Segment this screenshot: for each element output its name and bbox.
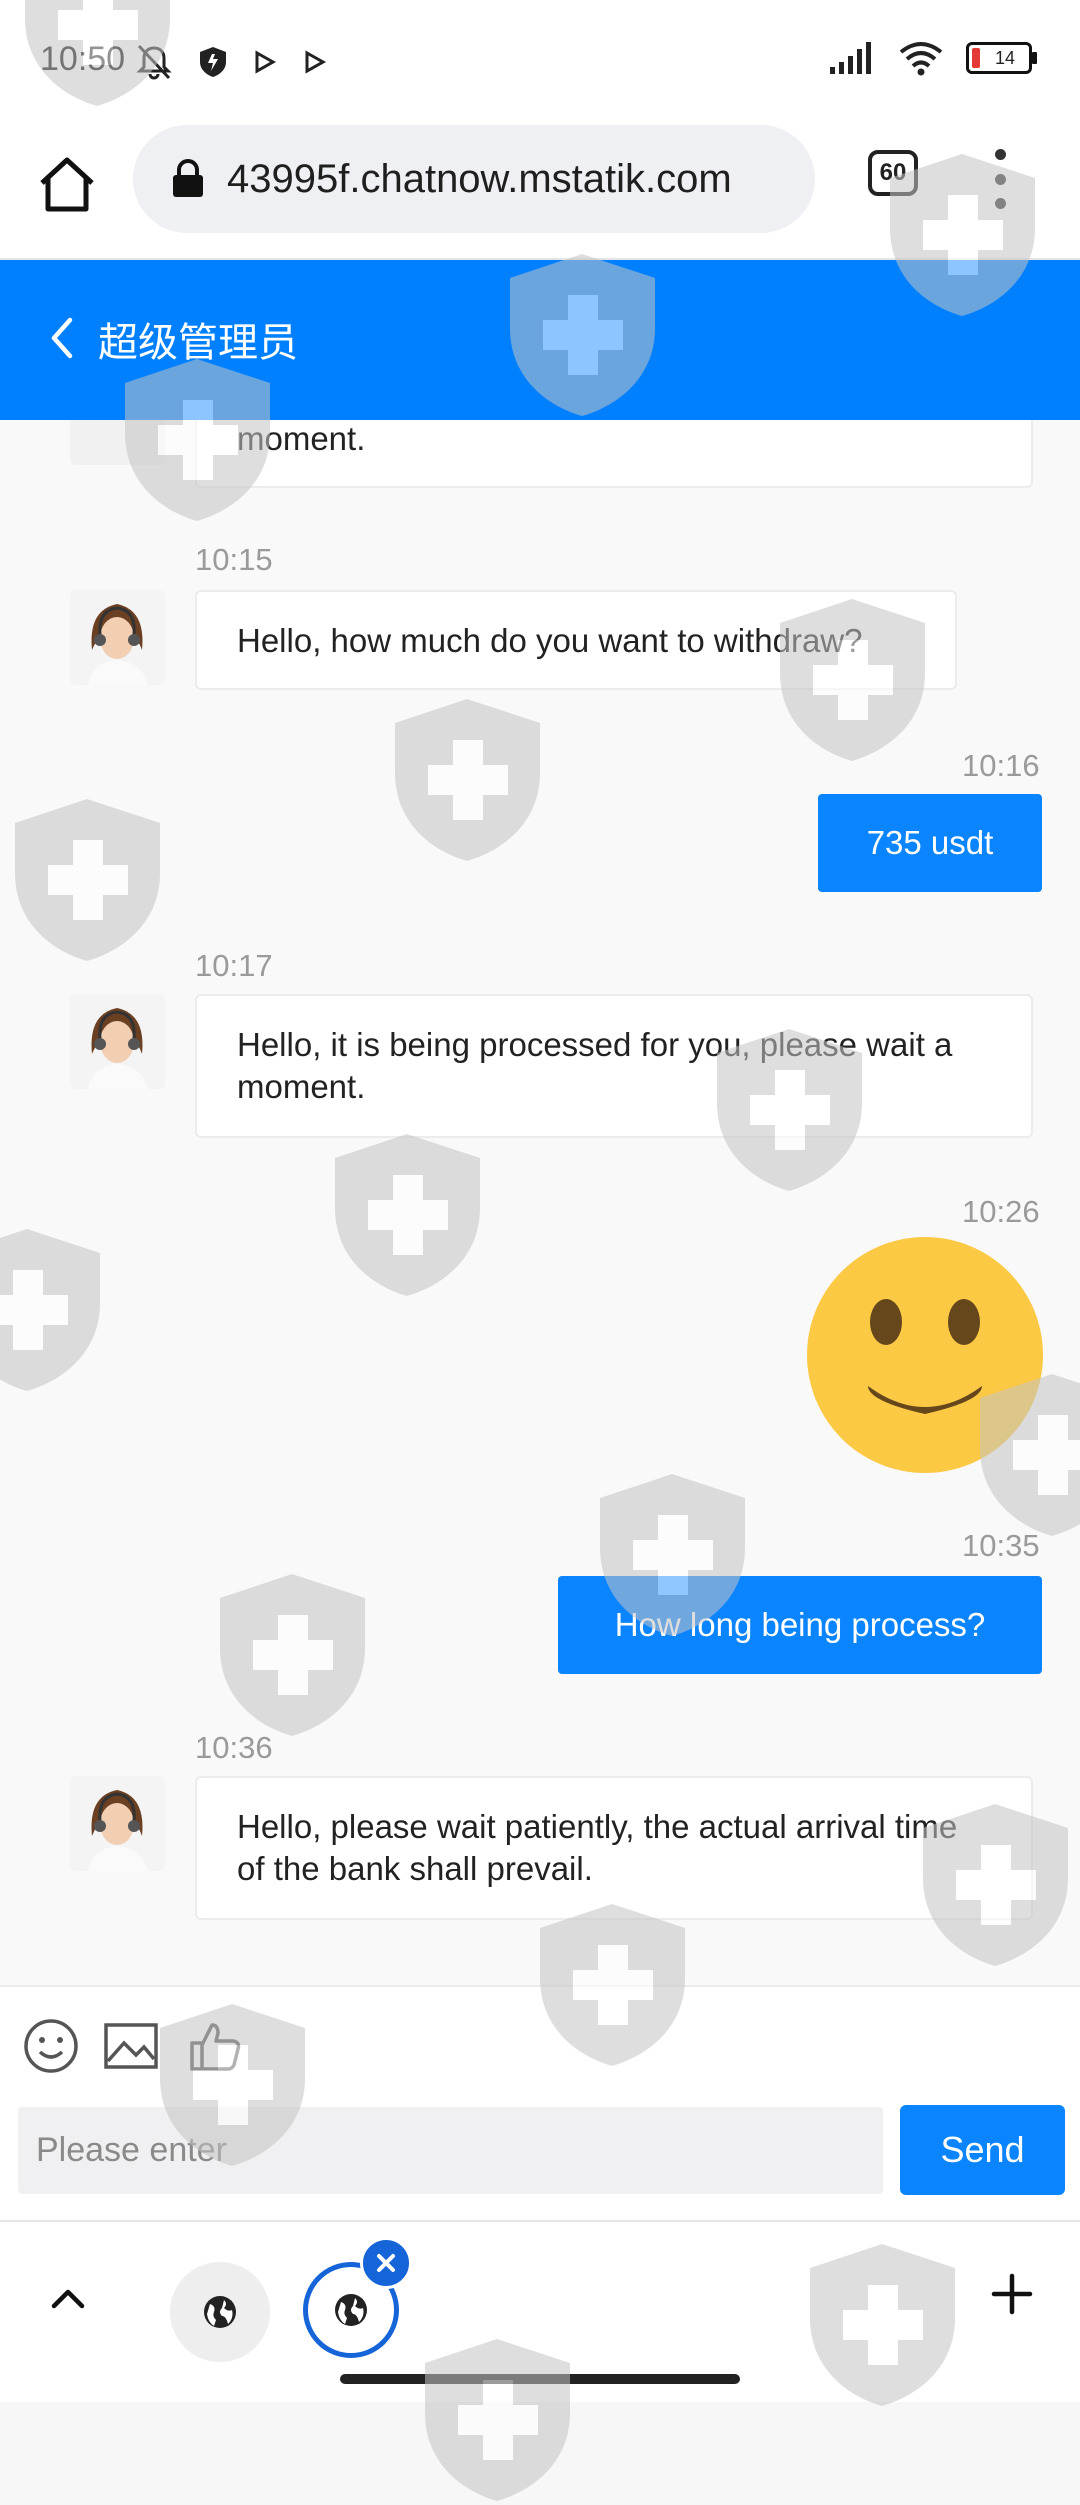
close-tab-icon[interactable] — [360, 2237, 412, 2289]
bell-off-icon — [136, 44, 172, 80]
message-text: 735 usdt — [866, 824, 994, 861]
message-timestamp: 10:16 — [962, 748, 1040, 783]
status-icons-left — [135, 44, 327, 80]
battery-indicator: 14 — [966, 42, 1037, 74]
message-bubble-outgoing: 735 usdt — [818, 794, 1042, 892]
menu-dot — [994, 149, 1006, 160]
message-timestamp: 10:26 — [962, 1194, 1040, 1229]
status-icons-right: 14 — [828, 40, 1037, 76]
message-text: moment. — [237, 420, 366, 457]
play-store-icon-2 — [305, 50, 327, 74]
tab-switcher-button[interactable]: 60 — [868, 150, 918, 196]
close-icon — [377, 2254, 395, 2272]
shield-status-icon — [200, 47, 226, 77]
smiley-emoji-message — [807, 1237, 1043, 1473]
tab-thumbnail[interactable] — [170, 2262, 270, 2362]
browser-toolbar: 43995f.chatnow.mstatik.com 60 — [0, 125, 1080, 260]
menu-dot — [994, 198, 1006, 209]
emoji-icon[interactable] — [22, 2017, 80, 2075]
menu-dot — [994, 173, 1006, 185]
message-bubble-outgoing: How long being process? — [558, 1576, 1042, 1674]
lock-icon — [173, 159, 203, 197]
message-list[interactable]: moment. 10:15 Hello, how much do you wan… — [0, 420, 1080, 1985]
message-timestamp: 10:36 — [195, 1730, 273, 1765]
message-bubble-incoming: moment. — [195, 420, 1033, 488]
agent-avatar — [70, 420, 165, 465]
agent-avatar — [70, 994, 165, 1089]
address-bar[interactable]: 43995f.chatnow.mstatik.com — [133, 125, 815, 233]
agent-avatar-image — [70, 1776, 165, 1871]
signal-icon — [830, 42, 871, 74]
globe-icon — [204, 2296, 236, 2328]
image-icon[interactable] — [102, 2017, 160, 2075]
play-store-icon — [255, 50, 277, 74]
status-bar: 10:50 14 — [0, 0, 1080, 125]
browser-menu-button[interactable] — [985, 149, 1015, 209]
url-text: 43995f.chatnow.mstatik.com — [227, 156, 732, 201]
send-button[interactable]: Send — [900, 2105, 1065, 2195]
message-input[interactable] — [18, 2107, 883, 2194]
message-timestamp: 10:35 — [962, 1528, 1040, 1563]
message-text: Hello, please wait patiently, the actual… — [237, 1808, 958, 1887]
agent-avatar — [70, 1776, 165, 1871]
chat-title: 超级管理员 — [98, 321, 298, 365]
message-composer: Send — [0, 1985, 1080, 2222]
status-time: 10:50 — [40, 40, 126, 78]
globe-icon — [335, 2294, 367, 2326]
thumbs-up-icon[interactable] — [186, 2017, 244, 2075]
wifi-icon — [899, 42, 943, 76]
message-timestamp: 10:17 — [195, 948, 273, 983]
home-icon[interactable] — [34, 151, 100, 217]
message-text: Hello, how much do you want to withdraw? — [237, 622, 863, 659]
agent-avatar-image — [70, 590, 165, 685]
message-timestamp: 10:15 — [195, 542, 273, 577]
gesture-home-indicator — [340, 2374, 740, 2384]
agent-avatar-image — [70, 994, 165, 1089]
message-bubble-incoming: Hello, it is being processed for you, pl… — [195, 994, 1033, 1138]
chat-header: 超级管理员 — [0, 260, 1080, 420]
message-bubble-incoming: Hello, please wait patiently, the actual… — [195, 1776, 1033, 1920]
new-tab-plus-icon[interactable] — [990, 2272, 1034, 2316]
message-text: How long being process? — [614, 1606, 986, 1643]
message-text: Hello, it is being processed for you, pl… — [237, 1026, 953, 1105]
battery-level: 14 — [994, 47, 1016, 68]
back-arrow-icon[interactable] — [42, 308, 82, 368]
message-bubble-incoming: Hello, how much do you want to withdraw? — [195, 590, 957, 690]
agent-avatar — [70, 590, 165, 685]
chevron-up-icon[interactable] — [48, 2282, 88, 2312]
browser-bottom-bar — [0, 2220, 1080, 2402]
